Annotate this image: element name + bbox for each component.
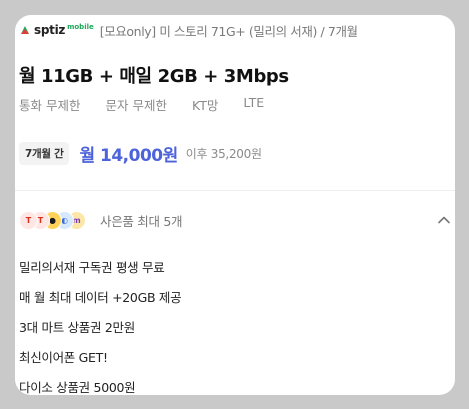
plan-name: [모요only] 미 스토리 71G+ (밀리의 서재) / 7개월 <box>99 23 358 39</box>
gift-item: 3대 마트 상품권 2만원 <box>19 320 135 335</box>
divider <box>15 190 455 191</box>
price-row: 7개월 간 월 14,000원 이후 35,200원 <box>19 141 262 166</box>
plan-specs: 통화 무제한 문자 무제한 KT망 LTE <box>19 95 289 114</box>
brand-sub: mobile <box>67 23 94 31</box>
plan-card[interactable]: sptiz mobile [모요only] 미 스토리 71G+ (밀리의 서재… <box>15 15 455 395</box>
period-badge: 7개월 간 <box>19 142 70 165</box>
plan-title-row: sptiz mobile [모요only] 미 스토리 71G+ (밀리의 서재… <box>19 20 449 40</box>
chevron-up-icon[interactable] <box>437 213 451 227</box>
promo-price: 월 14,000원 <box>79 146 178 166</box>
brand-name: sptiz <box>34 23 66 37</box>
spec-lte: LTE <box>243 95 265 110</box>
gifts-summary: 사은품 최대 5개 <box>100 213 183 229</box>
gift-icons: T T ● ◐ m <box>19 210 86 230</box>
sptiz-logo-icon <box>21 26 29 34</box>
gift-list: 밀리의서재 구독권 평생 무료 매 월 최대 데이터 +20GB 제공 3대 마… <box>19 259 182 395</box>
spec-call: 통화 무제한 <box>19 98 81 113</box>
gift-item: 다이소 상품권 5000원 <box>19 380 136 395</box>
t-brand-icon: T <box>19 210 38 230</box>
gift-item: 밀리의서재 구독권 평생 무료 <box>19 260 165 275</box>
brand-logo: sptiz mobile <box>19 23 94 37</box>
plan-headline: 월 11GB + 매일 2GB + 3Mbps <box>19 66 289 87</box>
spec-sms: 문자 무제한 <box>105 98 167 113</box>
after-price: 이후 35,200원 <box>185 147 262 161</box>
gift-item: 매 월 최대 데이터 +20GB 제공 <box>19 290 182 305</box>
gift-item: 최신이어폰 GET! <box>19 350 108 365</box>
spec-network: KT망 <box>191 98 219 113</box>
gifts-toggle[interactable]: T T ● ◐ m 사은품 최대 5개 <box>19 208 453 232</box>
